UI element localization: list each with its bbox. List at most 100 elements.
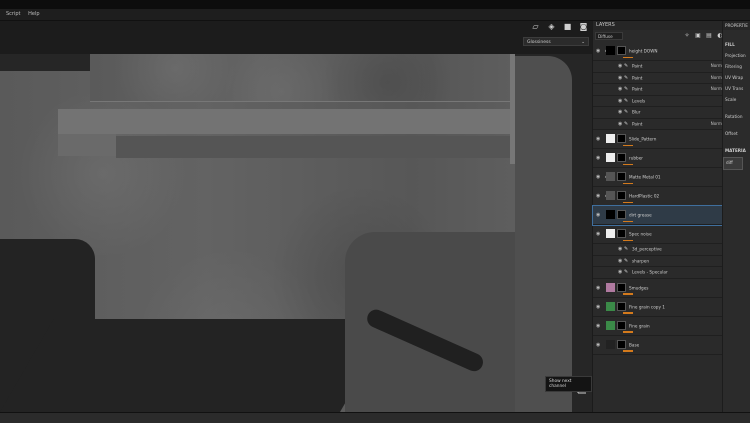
layer-mask xyxy=(617,46,626,55)
property-item: FILL xyxy=(725,42,735,47)
eye-icon[interactable]: ◉ xyxy=(596,174,600,180)
opacity-bar xyxy=(623,350,633,352)
layer-thumbnail xyxy=(606,46,615,55)
fill-layer-icon[interactable]: ▤ xyxy=(705,32,713,40)
menu-script[interactable]: Script xyxy=(6,11,21,17)
layer-thumbnail xyxy=(606,191,615,200)
effect-icon: ✎ xyxy=(624,109,629,116)
render-icon[interactable]: ◈ xyxy=(547,22,556,31)
property-item: Projection xyxy=(725,53,746,58)
eye-icon[interactable]: ◉ xyxy=(618,246,622,252)
property-item: UV Trans xyxy=(725,86,744,91)
property-item: Rotation xyxy=(725,114,743,119)
layer-blend[interactable]: Norm xyxy=(711,86,722,91)
viewport[interactable]: ▱ ◈ ■ ◙ Glossiness ⌄ Show next channel xyxy=(0,21,592,412)
viewport-toolbar: ▱ ◈ ■ ◙ xyxy=(0,21,592,35)
layer-thumbnail xyxy=(606,282,615,292)
layer-thumbnail xyxy=(606,301,615,311)
effect-icon: ✎ xyxy=(624,269,629,276)
layer-thumbnail xyxy=(606,229,615,238)
effect-icon: ✎ xyxy=(624,74,629,81)
status-bar xyxy=(0,412,750,423)
properties-tabs xyxy=(723,30,750,40)
layer-name: Slide_Pattern xyxy=(629,136,657,142)
opacity-bar xyxy=(623,144,633,146)
effect-icon: ✎ xyxy=(624,63,629,70)
layer-thumbnail xyxy=(606,153,615,162)
eye-icon[interactable]: ◉ xyxy=(596,342,600,348)
eye-icon[interactable]: ◉ xyxy=(618,269,622,275)
property-item: Offset xyxy=(725,131,738,136)
eye-icon[interactable]: ◉ xyxy=(618,86,622,92)
layers-title: LAYERS xyxy=(596,22,615,28)
layer-name: sharpen xyxy=(632,258,650,264)
layer-mask xyxy=(617,229,626,238)
effect-icon: ✎ xyxy=(624,97,629,104)
layer-name: rubber xyxy=(629,155,643,161)
menu-help[interactable]: Help xyxy=(28,11,39,17)
effect-icon: ✎ xyxy=(624,246,629,253)
channel-mode-select[interactable]: Diffuse xyxy=(595,32,623,40)
eye-icon[interactable]: ◉ xyxy=(618,98,622,104)
layer-mask xyxy=(617,210,626,219)
eye-icon[interactable]: ◉ xyxy=(596,193,600,199)
layer-name: Matte Metal 01 xyxy=(629,174,661,180)
eye-icon[interactable]: ◉ xyxy=(596,155,600,161)
layer-name: Blur xyxy=(632,109,641,115)
opacity-bar xyxy=(623,56,633,58)
opacity-bar xyxy=(623,331,633,333)
effects-icon[interactable]: ✧ xyxy=(683,32,691,40)
camera-icon[interactable]: ▱ xyxy=(531,22,540,31)
properties-list: FILL Projection Filtering UV Wrap UV Trans Sc… xyxy=(723,40,750,170)
layer-name: height DOWN xyxy=(629,48,658,54)
video-icon[interactable]: ■ xyxy=(563,22,572,31)
eye-icon[interactable]: ◉ xyxy=(596,304,600,310)
eye-icon[interactable]: ◉ xyxy=(618,109,622,115)
layer-blend[interactable]: Norm xyxy=(711,63,722,68)
effect-icon: ✎ xyxy=(624,120,629,127)
eye-icon[interactable]: ◉ xyxy=(596,285,600,291)
title-bar xyxy=(0,0,750,9)
opacity-bar xyxy=(623,239,633,241)
channel-tooltip: Show next channel xyxy=(545,376,592,392)
layer-mask xyxy=(617,320,626,330)
property-item: UV Wrap xyxy=(725,75,744,80)
paint-layer-icon[interactable]: ▣ xyxy=(694,32,702,40)
layer-blend[interactable]: Norm xyxy=(711,121,722,126)
opacity-bar xyxy=(623,182,633,184)
layer-blend[interactable]: Norm xyxy=(711,75,722,80)
layer-mask xyxy=(617,172,626,181)
layer-name: Paint xyxy=(632,121,643,127)
layer-name: Paint xyxy=(632,63,643,69)
eye-icon[interactable]: ◉ xyxy=(618,258,622,264)
chevron-down-icon: ⌄ xyxy=(581,40,585,45)
effect-icon: ✎ xyxy=(624,257,629,264)
eye-icon[interactable]: ◉ xyxy=(596,231,600,237)
layer-name: Levels xyxy=(632,98,646,104)
eye-icon[interactable]: ◉ xyxy=(596,212,600,218)
screenshot-icon[interactable]: ◙ xyxy=(579,22,588,31)
layer-mask xyxy=(617,134,626,143)
property-item: MATERIA xyxy=(725,148,746,153)
layer-name: Levels - Specular xyxy=(632,269,668,275)
layer-name: Paint xyxy=(632,75,643,81)
property-item: Filtering xyxy=(725,64,742,69)
layer-thumbnail xyxy=(606,210,615,219)
texture-canvas[interactable] xyxy=(0,54,592,412)
layer-name: dirt grease xyxy=(629,212,652,218)
layer-mask xyxy=(617,191,626,200)
layer-name: Smudges xyxy=(629,285,649,290)
opacity-bar xyxy=(623,312,633,314)
eye-icon[interactable]: ◉ xyxy=(618,75,622,81)
properties-title: PROPERTIE xyxy=(723,21,750,30)
layer-name: Spec noise xyxy=(629,231,652,237)
eye-icon[interactable]: ◉ xyxy=(596,323,600,329)
eye-icon[interactable]: ◉ xyxy=(596,48,600,54)
channel-select[interactable]: Glossiness ⌄ xyxy=(523,37,589,46)
eye-icon[interactable]: ◉ xyxy=(618,63,622,69)
menu-bar: Script Help xyxy=(0,9,750,21)
eye-icon[interactable]: ◉ xyxy=(596,136,600,142)
layer-name: Fine grain xyxy=(629,323,650,328)
layer-thumbnail xyxy=(606,320,615,330)
eye-icon[interactable]: ◉ xyxy=(618,121,622,127)
